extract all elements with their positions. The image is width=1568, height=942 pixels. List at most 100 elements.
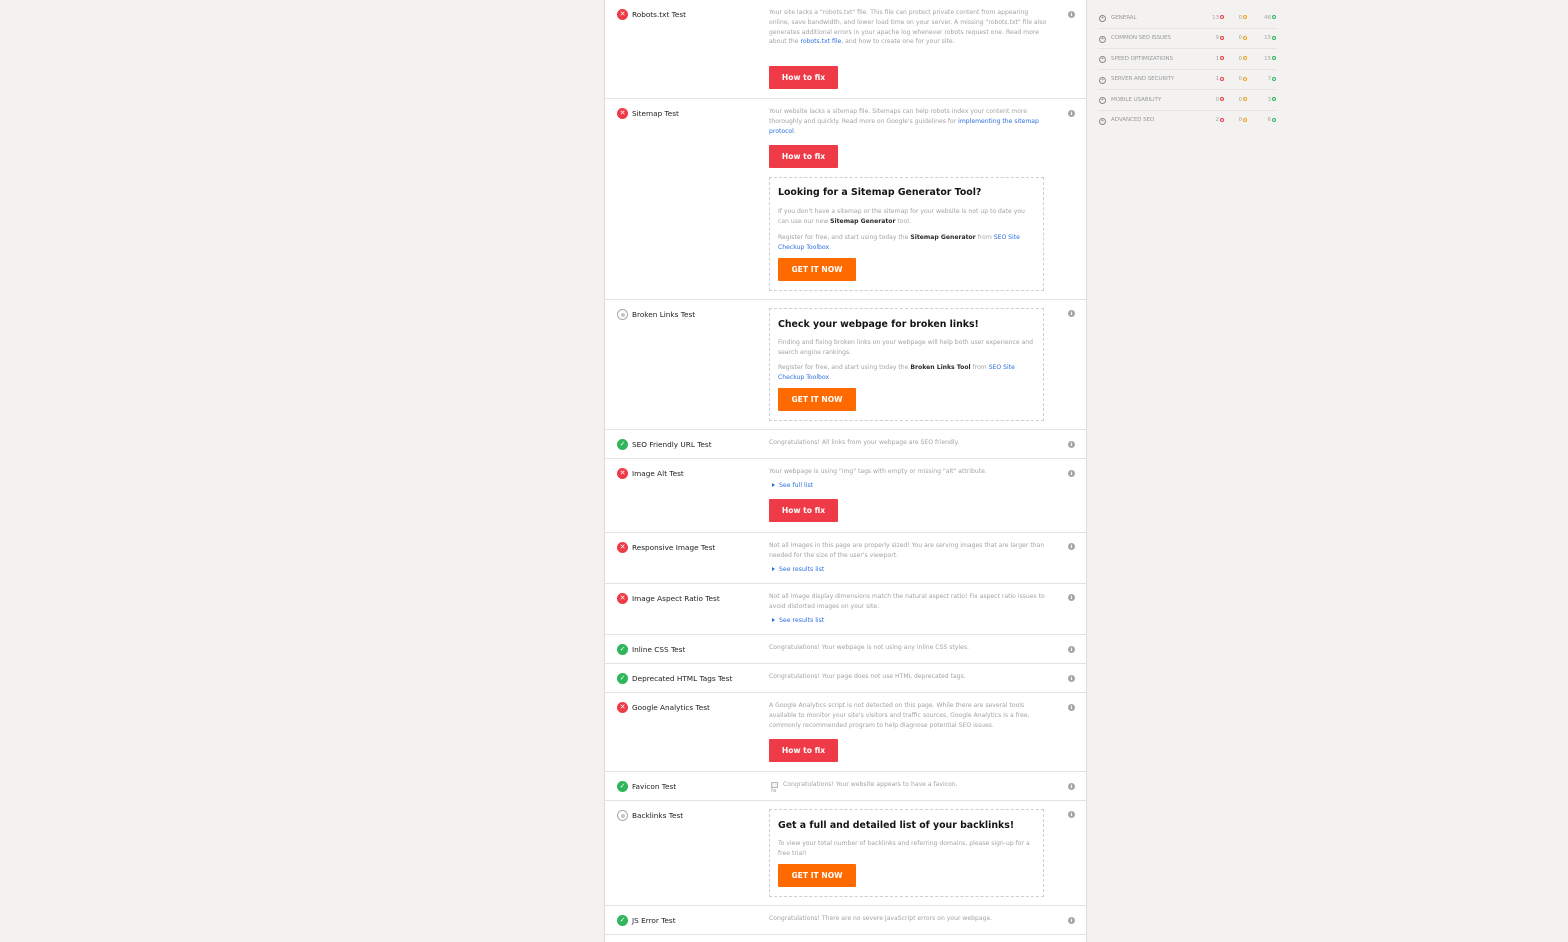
failed-dot-icon <box>1220 117 1224 122</box>
category-row-mobile-usability[interactable]: + MOBILE USABILITY 0 0 3 <box>1098 90 1277 111</box>
sitemap-generator-promo: Looking for a Sitemap Generator Tool? If… <box>769 177 1044 291</box>
promo-title: Check your webpage for broken links! <box>778 319 979 330</box>
category-row-common-seo-issues[interactable]: + COMMON SEO ISSUES 9 0 15 <box>1098 29 1277 50</box>
info-icon[interactable]: i <box>1068 441 1075 448</box>
get-it-now-button[interactable]: GET IT NOW <box>778 388 856 411</box>
test-row-robots: ✕ Robots.txt Test Your site lacks a "rob… <box>605 0 1086 99</box>
info-icon[interactable]: i <box>1068 470 1075 477</box>
promo-title: Get a full and detailed list of your bac… <box>778 820 1015 831</box>
test-row-responsive-image: ✕ Responsive Image Test Not all images i… <box>605 533 1086 584</box>
passed-count: 15 <box>1260 35 1276 41</box>
passed-count: 6 <box>1260 117 1276 123</box>
expand-icon: + <box>1099 97 1106 105</box>
warning-count: 0 <box>1231 97 1247 103</box>
test-name: Robots.txt Test <box>632 10 687 19</box>
test-name: Favicon Test <box>632 782 677 791</box>
pass-icon: ✓ <box>617 439 628 450</box>
test-name: Deprecated HTML Tags Test <box>632 674 733 683</box>
test-name: SEO Friendly URL Test <box>632 440 712 449</box>
test-row-google-analytics: ✕ Google Analytics Test A Google Analyti… <box>605 693 1086 772</box>
info-icon[interactable]: i <box>1068 11 1075 18</box>
failed-dot-icon <box>1220 97 1224 102</box>
test-row-js-error: ✓ JS Error Test Congratulations! There a… <box>605 906 1086 935</box>
promo-register-text: Register for free, and start using today… <box>778 364 1015 381</box>
test-row-deprecated-html: ✓ Deprecated HTML Tags Test Congratulati… <box>605 664 1086 693</box>
category-row-server-and-security[interactable]: + SERVER AND SECURITY 1 0 7 <box>1098 70 1277 91</box>
promo-title: Looking for a Sitemap Generator Tool? <box>778 187 982 198</box>
failed-count: 0 <box>1208 97 1224 103</box>
test-name: Image Alt Test <box>632 469 684 478</box>
test-row-image-alt: ✕ Image Alt Test Your webpage is using "… <box>605 459 1086 533</box>
test-row-backlinks: Backlinks Test Get a full and detailed l… <box>605 801 1086 906</box>
failed-dot-icon <box>1220 76 1224 81</box>
how-to-fix-button[interactable]: How to fix <box>769 739 838 762</box>
test-row-inline-css: ✓ Inline CSS Test Congratulations! Your … <box>605 635 1086 664</box>
how-to-fix-button[interactable]: How to fix <box>769 499 838 522</box>
passed-dot-icon <box>1272 15 1276 19</box>
how-to-fix-button[interactable]: How to fix <box>769 145 838 168</box>
test-description: Congratulations! Your page does not use … <box>769 673 966 680</box>
how-to-fix-button[interactable]: How to fix <box>769 66 838 89</box>
passed-dot-icon <box>1272 76 1276 81</box>
info-icon[interactable]: i <box>1068 811 1075 818</box>
info-icon[interactable]: i <box>1068 917 1075 924</box>
category-row-advanced-seo[interactable]: + ADVANCED SEO 2 0 6 <box>1098 111 1277 132</box>
broken-links-promo: Check your webpage for broken links! Fin… <box>769 308 1044 421</box>
warning-count: 0 <box>1231 117 1247 123</box>
test-description: A Google Analytics script is not detecte… <box>769 702 1030 729</box>
backlinks-promo: Get a full and detailed list of your bac… <box>769 809 1044 897</box>
expand-icon: + <box>1099 117 1106 125</box>
test-description: Congratulations! Your webpage is not usi… <box>769 644 969 651</box>
test-description: Your site lacks a "robots.txt" file. Thi… <box>769 9 1047 46</box>
fail-icon: ✕ <box>617 108 628 119</box>
failed-dot-icon <box>1220 56 1224 61</box>
category-summary-sidebar: + GENERAL 13 0 46 + COMMON SEO ISSUES 9 … <box>1098 8 1277 132</box>
test-description: Congratulations! Your website appears to… <box>783 781 958 788</box>
get-it-now-button[interactable]: GET IT NOW <box>778 258 856 281</box>
test-description: Not all images in this page are properly… <box>769 542 1045 559</box>
test-name: Image Aspect Ratio Test <box>632 594 720 603</box>
see-full-list-toggle[interactable]: See full list <box>772 482 813 489</box>
category-row-general[interactable]: + GENERAL 13 0 46 <box>1098 8 1277 29</box>
test-description: Your webpage is using "img" tags with em… <box>769 468 987 475</box>
failed-count: 1 <box>1208 56 1224 62</box>
test-name: JS Error Test <box>632 916 676 925</box>
info-icon[interactable]: i <box>1068 543 1075 550</box>
test-name: Inline CSS Test <box>632 645 686 654</box>
get-it-now-button[interactable]: GET IT NOW <box>778 864 856 887</box>
passed-dot-icon <box>1272 97 1276 102</box>
category-row-speed-optimizations[interactable]: + SPEED OPTIMIZATIONS 1 0 15 <box>1098 49 1277 70</box>
passed-dot-icon <box>1272 35 1276 40</box>
info-icon[interactable]: i <box>1068 646 1075 653</box>
fail-icon: ✕ <box>617 468 628 479</box>
info-icon[interactable]: i <box>1068 675 1075 682</box>
robots-txt-link[interactable]: robots.txt file <box>800 38 841 45</box>
pass-icon: ✓ <box>617 915 628 926</box>
see-results-list-toggle[interactable]: See results list <box>772 566 824 573</box>
info-icon[interactable]: i <box>1068 783 1075 790</box>
passed-count: 3 <box>1260 97 1276 103</box>
passed-count: 7 <box>1260 76 1276 82</box>
test-description: Your website lacks a sitemap file. Sitem… <box>769 108 1039 135</box>
info-icon[interactable]: i <box>1068 310 1075 317</box>
warning-dot-icon <box>1243 35 1247 40</box>
test-name: Broken Links Test <box>632 310 696 319</box>
info-icon[interactable]: i <box>1068 594 1075 601</box>
expand-icon: + <box>1099 76 1106 84</box>
test-description: Congratulations! There are no severe Jav… <box>769 915 993 922</box>
warning-dot-icon <box>1243 15 1247 19</box>
failed-count: 13 <box>1208 15 1224 21</box>
warning-count: 0 <box>1231 76 1247 82</box>
info-icon[interactable]: i <box>1068 110 1075 117</box>
failed-count: 9 <box>1208 35 1224 41</box>
fail-icon: ✕ <box>617 542 628 553</box>
see-results-list-toggle[interactable]: See results list <box>772 617 824 624</box>
warning-dot-icon <box>1243 117 1247 122</box>
promo-text: If you don't have a sitemap or the sitem… <box>778 208 1025 225</box>
expand-icon: + <box>1099 56 1106 64</box>
fail-icon: ✕ <box>617 9 628 20</box>
info-icon[interactable]: i <box>1068 704 1075 711</box>
passed-count: 46 <box>1260 15 1276 21</box>
promo-text: To view your total number of backlinks a… <box>778 840 1030 857</box>
failed-count: 1 <box>1208 76 1224 82</box>
